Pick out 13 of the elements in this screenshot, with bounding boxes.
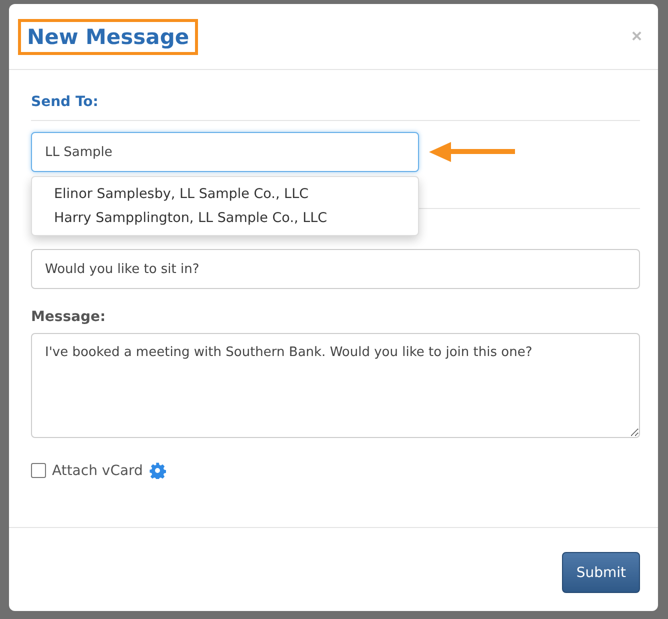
suggestion-item[interactable]: Harry Sampplington, LL Sample Co., LLC xyxy=(32,206,418,230)
subject-field[interactable]: Would you like to sit in? xyxy=(31,249,640,289)
checkbox[interactable] xyxy=(31,463,46,478)
recipient-field[interactable]: LL Sample xyxy=(31,132,419,172)
dialog-title: New Message xyxy=(18,18,198,54)
checkbox-label: Attach vCard xyxy=(52,462,143,478)
message-field[interactable]: I've booked a meeting with Southern Bank. Would you like to join this one? xyxy=(31,333,640,438)
send-to-label: Send To: xyxy=(31,94,100,110)
arrow-icon xyxy=(429,142,515,162)
settings-icon[interactable] xyxy=(148,462,166,479)
suggestion-item[interactable]: Elinor Samplesby, LL Sample Co., LLC xyxy=(32,182,418,206)
message-label: Message: xyxy=(31,309,107,325)
submit-button[interactable]: Submit xyxy=(562,552,640,593)
